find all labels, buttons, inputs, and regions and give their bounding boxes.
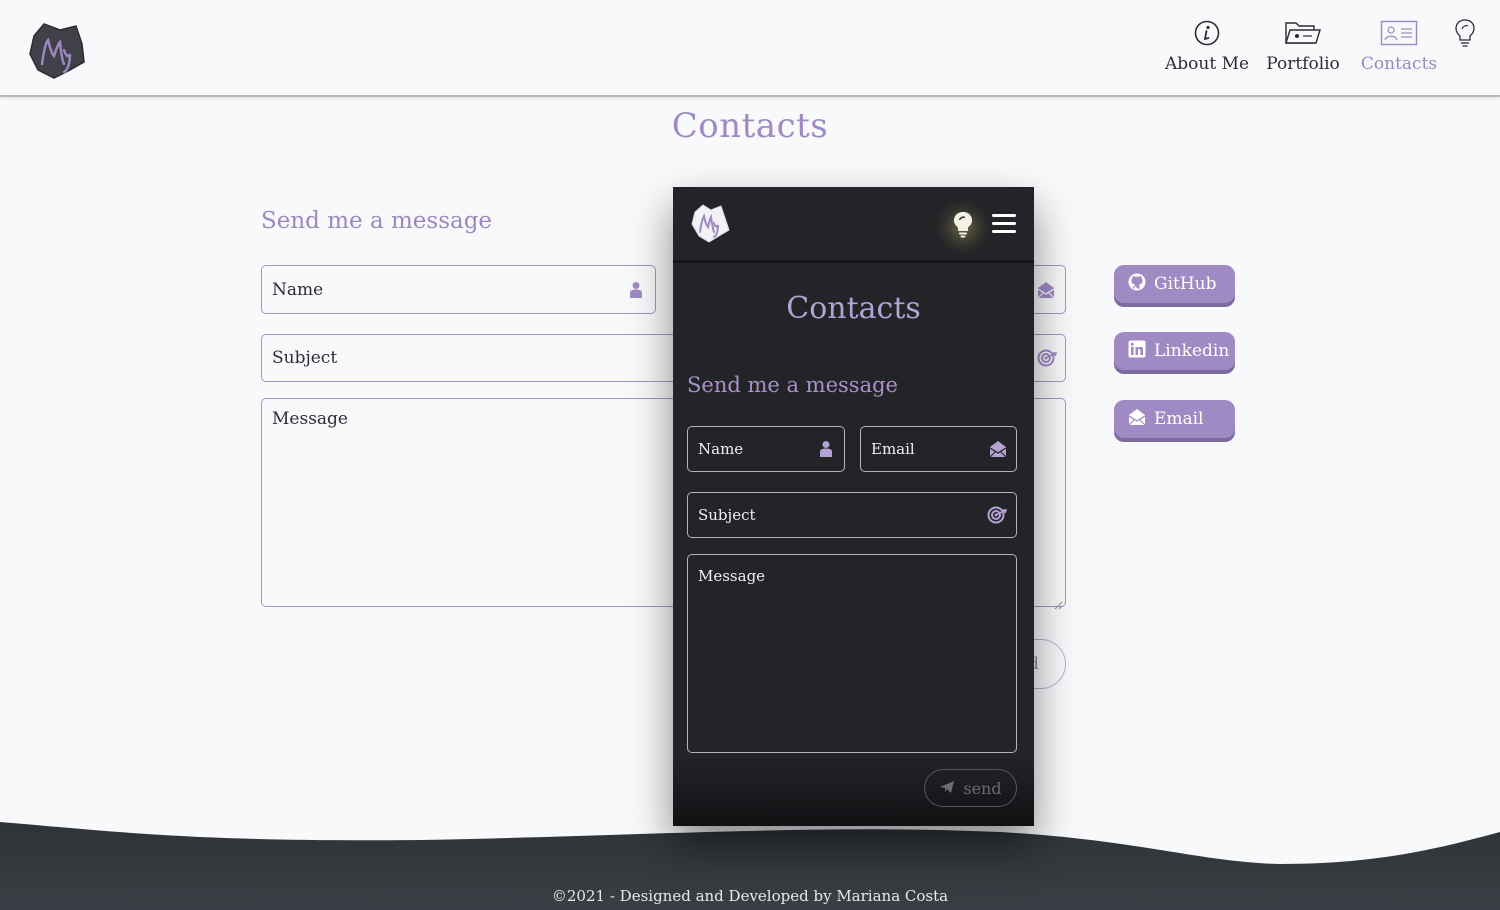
form-heading: Send me a message [261, 208, 493, 234]
mobile-name-field[interactable]: Name [687, 426, 845, 472]
email-label: Email [1154, 409, 1204, 429]
send-label: send [963, 778, 1002, 798]
github-button[interactable]: GitHub [1114, 265, 1235, 303]
folder-icon [1284, 16, 1322, 50]
mobile-page-title: Contacts [786, 291, 921, 326]
mobile-form-heading: Send me a message [687, 373, 898, 397]
linkedin-icon [1128, 340, 1146, 363]
nav-contacts[interactable]: Contacts [1360, 16, 1438, 74]
target-icon [987, 506, 1008, 524]
email-placeholder: Email [871, 440, 915, 458]
hamburger-menu-icon[interactable] [992, 214, 1018, 234]
mobile-send-button[interactable]: send [924, 769, 1017, 807]
lightbulb-icon[interactable] [951, 210, 975, 238]
logo-icon[interactable] [689, 202, 731, 244]
logo-icon[interactable] [26, 20, 88, 82]
info-icon [1188, 16, 1226, 50]
contact-card-icon [1380, 16, 1418, 50]
github-label: GitHub [1154, 274, 1217, 294]
nav-label: Contacts [1360, 54, 1438, 74]
page-title: Contacts [671, 106, 829, 146]
envelope-icon [989, 440, 1007, 458]
message-placeholder: Message [698, 567, 766, 585]
envelope-icon [1037, 281, 1055, 299]
footer-copyright: ©2021 - Designed and Developed by Marian… [551, 887, 949, 905]
github-icon [1128, 273, 1146, 296]
mobile-header [673, 187, 1034, 263]
name-field[interactable]: Name [261, 265, 656, 314]
email-button[interactable]: Email [1114, 400, 1235, 438]
site-header: About Me Portfolio Contacts [0, 0, 1500, 97]
envelope-icon [1128, 408, 1146, 431]
linkedin-label: Linkedin [1154, 341, 1230, 361]
resize-handle-icon[interactable] [1054, 595, 1063, 610]
mobile-preview: Contacts Send me a message Name Email Su… [673, 187, 1034, 826]
nav-portfolio[interactable]: Portfolio [1266, 16, 1340, 74]
target-icon [1037, 349, 1058, 367]
name-placeholder: Name [698, 440, 744, 458]
paper-plane-icon [939, 779, 955, 798]
subject-placeholder: Subject [272, 348, 338, 368]
nav-label: About Me [1164, 54, 1250, 74]
lightbulb-icon[interactable] [1454, 18, 1476, 48]
mobile-email-field[interactable]: Email [860, 426, 1017, 472]
mobile-subject-field[interactable]: Subject [687, 492, 1017, 538]
mobile-message-textarea[interactable]: Message [687, 554, 1017, 753]
name-placeholder: Name [272, 279, 324, 300]
subject-placeholder: Subject [698, 506, 756, 524]
user-icon [817, 440, 835, 458]
message-placeholder: Message [272, 409, 348, 429]
nav-about-me[interactable]: About Me [1164, 16, 1250, 74]
nav-label: Portfolio [1266, 54, 1340, 74]
user-icon [627, 281, 645, 299]
linkedin-button[interactable]: Linkedin [1114, 332, 1235, 370]
